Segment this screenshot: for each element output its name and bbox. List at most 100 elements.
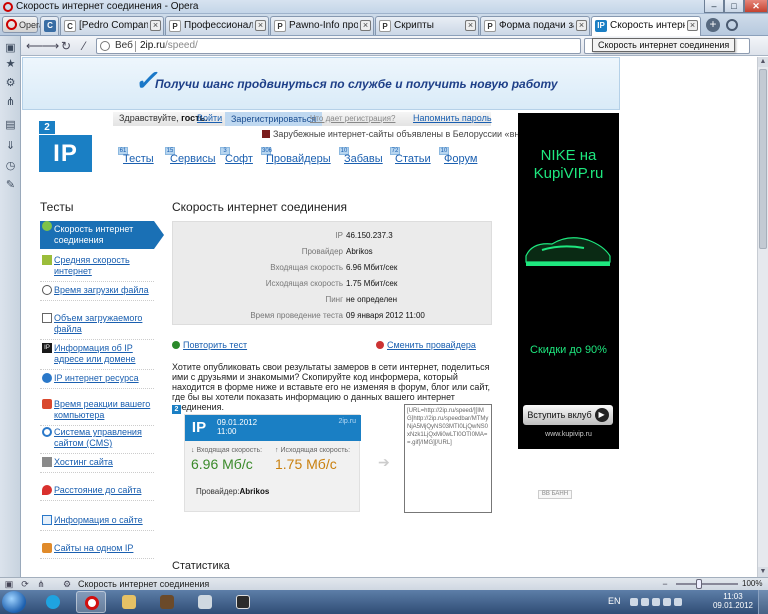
- logo-big: IP: [39, 135, 92, 172]
- informer-logo-small: 2: [172, 405, 181, 414]
- opera-logo-icon: [3, 2, 13, 12]
- bookmarks-star-icon[interactable]: ★: [4, 58, 17, 71]
- back-arrow-icon[interactable]: ⟵: [26, 38, 43, 54]
- menu-item-reaction-time[interactable]: Время реакции вашего компьютера: [40, 399, 154, 426]
- job-banner[interactable]: ✓ Получи шанс продвинуться по службе и п…: [22, 57, 620, 110]
- menu-item-ip-info[interactable]: IP Информация об IP адресе или домене: [40, 343, 154, 370]
- join-club-button[interactable]: Вступить вклуб ▶: [523, 405, 613, 425]
- result-label: Время проведение теста: [250, 311, 343, 320]
- tray-volume-icon[interactable]: [674, 598, 682, 606]
- menu-item-site-info[interactable]: Информация о сайте: [40, 515, 154, 531]
- tab-scripts[interactable]: P Скрипты ×: [375, 16, 479, 35]
- globe-icon: [100, 41, 110, 51]
- menu-label: Расстояние до сайта: [54, 485, 142, 495]
- turbo-icon[interactable]: ⟳: [20, 579, 30, 589]
- tray-arrow-icon[interactable]: [630, 598, 638, 606]
- app-window-icon: [198, 595, 212, 609]
- vertical-scrollbar[interactable]: ▲ ▼: [757, 57, 768, 577]
- remind-password-link[interactable]: Напомнить пароль: [413, 113, 492, 123]
- taskbar-game[interactable]: [152, 591, 182, 613]
- new-tab-icon[interactable]: +: [706, 18, 720, 32]
- menu-item-distance[interactable]: Расстояние до сайта: [40, 485, 154, 501]
- downloads-icon[interactable]: ⇓: [4, 140, 17, 153]
- wand-icon[interactable]: ⁄: [76, 38, 92, 54]
- register-button[interactable]: Зарегистрироваться: [225, 112, 323, 126]
- ad-line1: NIKE на: [540, 147, 597, 164]
- closed-tabs-icon[interactable]: [726, 19, 738, 31]
- tab-speed-test[interactable]: IP Скорость интернет ... ×: [591, 16, 701, 36]
- tab-pedro-company[interactable]: C [Pedro Company]Про... ×: [60, 16, 164, 35]
- start-button[interactable]: [2, 591, 26, 613]
- menu-item-average-speed[interactable]: Средняя скорость интернет: [40, 255, 154, 282]
- scroll-thumb[interactable]: [759, 69, 767, 249]
- taskbar-cmd[interactable]: [228, 591, 258, 613]
- tab-application-form[interactable]: P Форма подачи заявки... ×: [480, 16, 590, 35]
- menu-divider: [40, 425, 154, 426]
- close-window-button[interactable]: ✕: [744, 0, 768, 13]
- site-logo[interactable]: 2 IP: [39, 121, 92, 174]
- zoom-slider[interactable]: [676, 579, 738, 589]
- scroll-down-icon[interactable]: ▼: [758, 567, 768, 577]
- zoom-out-icon[interactable]: −: [660, 579, 670, 589]
- tab-close-icon[interactable]: ×: [360, 20, 371, 31]
- tab-close-icon[interactable]: ×: [465, 20, 476, 31]
- tab-close-icon[interactable]: ×: [255, 20, 266, 31]
- result-row: Входящая скорость 6.96 Мбит/сек: [173, 260, 493, 276]
- menu-item-ip-resource[interactable]: IP интернет ресурса: [40, 373, 154, 389]
- kupivip-ad-banner[interactable]: NIKE на KupiVIP.ru Скидки до 90% Вступит…: [518, 113, 619, 449]
- opera-menu-button[interactable]: Opera: [2, 16, 44, 33]
- language-indicator[interactable]: EN: [608, 596, 621, 606]
- login-link[interactable]: Войти: [197, 113, 222, 123]
- panel-icon[interactable]: ▣: [4, 579, 14, 589]
- taskbar-skype[interactable]: [38, 591, 68, 613]
- tab-pawno-info[interactable]: P Pawno-Info програм... ×: [270, 16, 374, 35]
- reload-icon[interactable]: ↻: [58, 38, 74, 54]
- settings-gear-icon[interactable]: ⚙: [4, 77, 17, 90]
- menu-item-hosting[interactable]: Хостинг сайта: [40, 457, 154, 473]
- forward-arrow-icon[interactable]: ⟶: [42, 38, 59, 54]
- unite-icon[interactable]: ⋔: [4, 96, 17, 109]
- ad-network-tag[interactable]: ВВ БАНН: [538, 490, 572, 499]
- menu-item-same-ip[interactable]: Сайты на одном IP: [40, 543, 154, 559]
- tab-close-icon[interactable]: ×: [150, 20, 161, 31]
- taskbar-opera[interactable]: [76, 591, 106, 613]
- tab-close-icon[interactable]: ×: [687, 20, 698, 31]
- tab-pawno-pros[interactable]: P Профессионалы paw... ×: [165, 16, 269, 35]
- tray-antivirus-icon[interactable]: [652, 598, 660, 606]
- address-field[interactable]: Веб 2ip.ru/speed/ ★: [96, 38, 674, 54]
- menu-divider: [40, 472, 154, 473]
- tab-close-icon[interactable]: ×: [576, 20, 587, 31]
- clock-icon: [42, 285, 52, 295]
- nav-label: Провайдеры: [266, 153, 331, 165]
- tray-flag-icon[interactable]: [663, 598, 671, 606]
- notes-icon[interactable]: ✎: [4, 179, 17, 192]
- tray-network-icon[interactable]: [641, 598, 649, 606]
- maximize-button[interactable]: □: [724, 0, 744, 13]
- news-headline[interactable]: Зарубежные интернет-сайты объявлены в Бе…: [262, 129, 560, 139]
- change-server-label: Сменить провайдера: [387, 340, 476, 350]
- system-tray: [630, 597, 698, 607]
- history-clock-icon[interactable]: ◷: [4, 160, 17, 173]
- taskbar-clock[interactable]: 11:03 09.01.2012: [712, 592, 754, 610]
- minimize-button[interactable]: –: [704, 0, 724, 13]
- why-register-link[interactable]: Что дает регистрация?: [310, 114, 395, 123]
- show-desktop-button[interactable]: [758, 590, 768, 614]
- windows-icon[interactable]: ▤: [4, 119, 17, 132]
- menu-item-cms[interactable]: Система управления сайтом (CMS): [40, 427, 154, 454]
- menu-divider: [40, 369, 154, 370]
- menu-divider: [40, 558, 154, 559]
- nav-label: Сервисы: [170, 153, 216, 165]
- repeat-test-link[interactable]: Повторить тест: [172, 340, 247, 350]
- zoom-knob[interactable]: [696, 579, 702, 589]
- taskbar-explorer[interactable]: [114, 591, 144, 613]
- menu-item-file-time[interactable]: Время загрузки файла: [40, 285, 154, 301]
- unite-status-icon[interactable]: ⋔: [36, 579, 46, 589]
- scroll-up-icon[interactable]: ▲: [758, 57, 768, 67]
- menu-item-file-size[interactable]: Объем загружаемого файла: [40, 313, 154, 340]
- menu-item-speed[interactable]: Скорость интернет соединения: [40, 221, 164, 249]
- change-server-link[interactable]: Сменить провайдера: [376, 340, 476, 350]
- taskbar-app[interactable]: [190, 591, 220, 613]
- panel-toggle-icon[interactable]: ▣: [4, 42, 17, 55]
- informer-code-textarea[interactable]: [URL=http://2ip.ru/speed/][IMG]http://2i…: [404, 404, 492, 513]
- tab-pinned[interactable]: C: [40, 16, 59, 35]
